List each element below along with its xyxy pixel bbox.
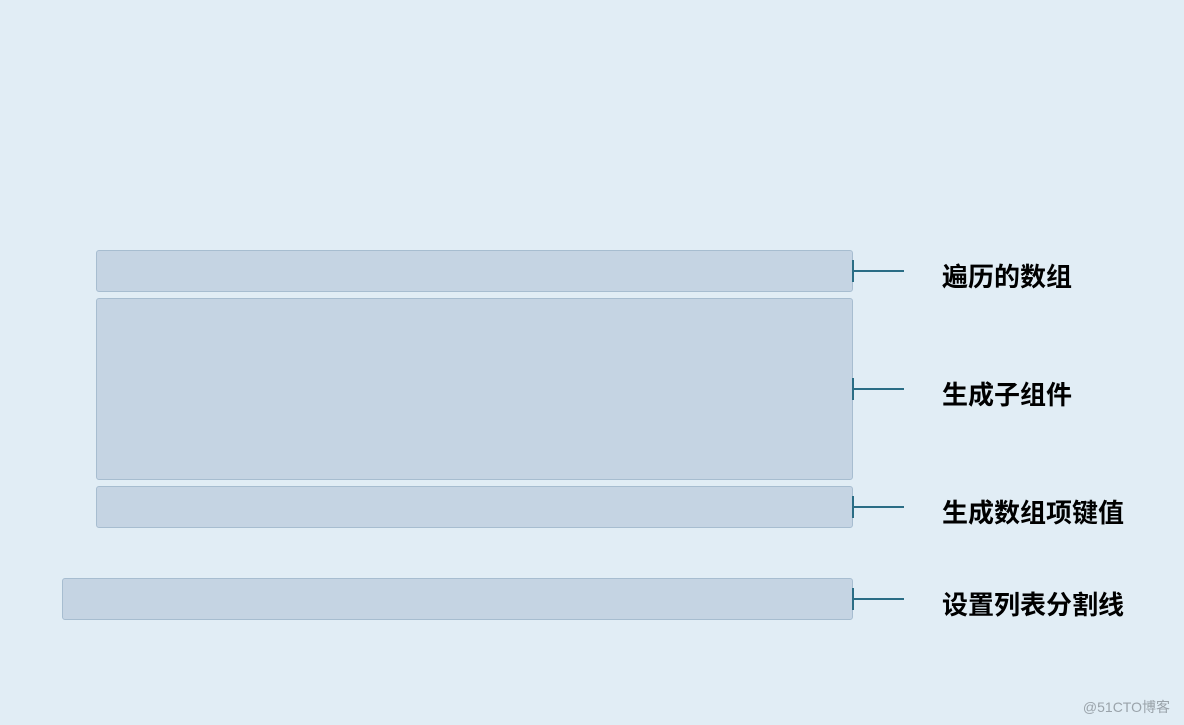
- annotation-foreach: 遍历的数组: [942, 254, 1072, 298]
- highlight-divider: [62, 578, 853, 620]
- annotation-child: 生成子组件: [942, 372, 1072, 416]
- annotation-keygen: 生成数组项键值: [942, 490, 1124, 534]
- code-block: 遍历的数组 生成子组件 生成数组项键值 设置列表分割线 @Component e…: [0, 0, 1184, 725]
- connector-4: [852, 598, 904, 600]
- highlight-keygen: [96, 486, 853, 528]
- connector-2: [852, 388, 904, 390]
- connector-1: [852, 270, 904, 272]
- annotation-divider: 设置列表分割线: [942, 582, 1124, 626]
- watermark: @51CTO博客: [1083, 697, 1170, 717]
- connector-3: [852, 506, 904, 508]
- highlight-item-block: [96, 298, 853, 480]
- highlight-foreach: [96, 250, 853, 292]
